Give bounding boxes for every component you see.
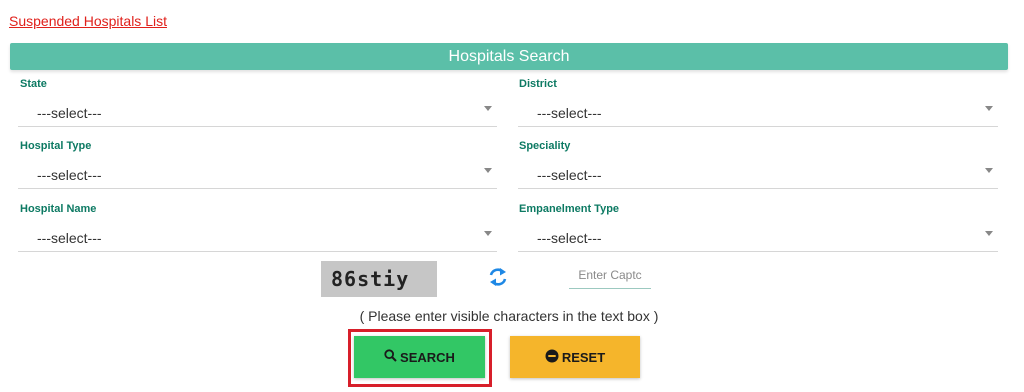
chevron-down-icon [484, 231, 492, 236]
speciality-label: Speciality [519, 140, 571, 152]
refresh-icon[interactable] [487, 266, 509, 288]
captcha-input[interactable] [569, 262, 651, 289]
captcha-hint: ( Please enter visible characters in the… [0, 308, 1024, 324]
captcha-image: 86stiy [321, 261, 437, 297]
speciality-select-value: ---select--- [537, 167, 602, 183]
district-select[interactable]: ---select--- [518, 96, 998, 127]
chevron-down-icon [484, 106, 492, 111]
chevron-down-icon [985, 231, 993, 236]
hospital-name-label: Hospital Name [20, 203, 97, 215]
district-select-value: ---select--- [537, 105, 602, 121]
chevron-down-icon [484, 168, 492, 173]
hospital-name-select-value: ---select--- [37, 230, 102, 246]
hospital-type-select[interactable]: ---select--- [18, 158, 497, 189]
header-title: Hospitals Search [448, 47, 570, 65]
captcha-hint-text: ( Please enter visible characters in the… [359, 308, 659, 324]
minus-circle-icon [545, 349, 562, 366]
suspended-hospitals-link[interactable]: Suspended Hospitals List [9, 13, 167, 29]
reset-button[interactable]: RESET [510, 336, 640, 378]
chevron-down-icon [985, 106, 993, 111]
hospital-type-select-value: ---select--- [37, 167, 102, 183]
search-icon [384, 349, 400, 365]
hospital-type-label: Hospital Type [20, 140, 92, 152]
empanelment-type-select[interactable]: ---select--- [518, 221, 998, 252]
state-select[interactable]: ---select--- [18, 96, 497, 127]
captcha-code: 86stiy [331, 267, 410, 291]
state-select-value: ---select--- [37, 105, 102, 121]
state-label: State [20, 78, 47, 90]
search-button-label: SEARCH [400, 349, 455, 365]
hospital-name-select[interactable]: ---select--- [18, 221, 497, 252]
empanelment-type-label: Empanelment Type [519, 203, 620, 215]
speciality-select[interactable]: ---select--- [518, 158, 998, 189]
empanelment-type-select-value: ---select--- [537, 230, 602, 246]
district-label: District [519, 78, 557, 90]
reset-button-label: RESET [561, 349, 606, 365]
chevron-down-icon [985, 168, 993, 173]
search-button[interactable]: SEARCH [354, 336, 485, 378]
hospitals-search-header: Hospitals Search [10, 43, 1008, 70]
